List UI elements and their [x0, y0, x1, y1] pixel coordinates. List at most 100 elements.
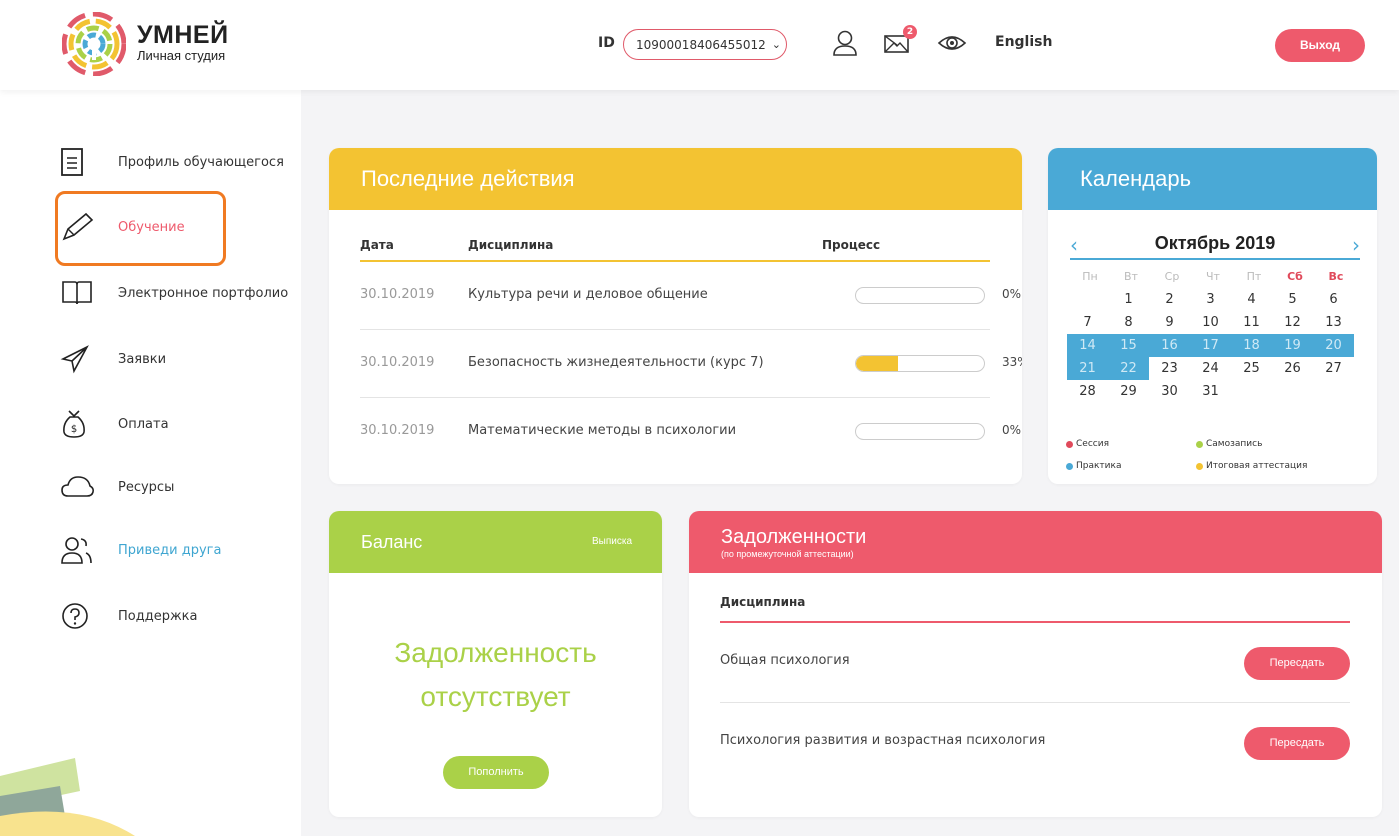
id-select[interactable]: 10900018406455012 ⌄: [623, 29, 787, 60]
calendar-day[interactable]: 17: [1190, 334, 1231, 357]
table-row[interactable]: 30.10.2019 Культура речи и деловое общен…: [360, 262, 1021, 330]
calendar-day[interactable]: 15: [1108, 334, 1149, 357]
calendar-day[interactable]: 18: [1231, 334, 1272, 357]
brand[interactable]: УМНЕЙ Личная студия: [137, 22, 229, 63]
calendar-day[interactable]: 27: [1313, 357, 1354, 380]
debts-card: Задолженности (по промежуточной аттестац…: [689, 511, 1382, 817]
balance-card: Баланс Выписка Задолженность отсутствует…: [329, 511, 662, 817]
debt-subject: Общая психология: [720, 653, 850, 668]
legend-item: Итоговая аттестация: [1196, 461, 1307, 471]
calendar-day[interactable]: 14: [1067, 334, 1108, 357]
mail-badge: 2: [903, 25, 917, 39]
sidebar-item-label: Поддержка: [118, 608, 198, 624]
sidebar-item-portfolio[interactable]: Электронное портфолио: [60, 273, 290, 313]
calendar-day[interactable]: 7: [1067, 311, 1108, 334]
calendar-day[interactable]: 19: [1272, 334, 1313, 357]
calendar-day[interactable]: 31: [1190, 380, 1231, 403]
calendar-day[interactable]: 16: [1149, 334, 1190, 357]
row-subject[interactable]: Культура речи и деловое общение: [468, 287, 708, 302]
sidebar-item-support[interactable]: Поддержка: [60, 596, 290, 636]
calendar-day[interactable]: 3: [1190, 288, 1231, 311]
weekday-label: Вт: [1124, 270, 1138, 283]
row-date: 30.10.2019: [360, 355, 435, 370]
sidebar-item-invite-friend[interactable]: Приведи друга: [60, 530, 290, 570]
user-icon[interactable]: [830, 28, 860, 58]
calendar-day[interactable]: 2: [1149, 288, 1190, 311]
calendar-day[interactable]: 23: [1149, 357, 1190, 380]
calendar-day[interactable]: 11: [1231, 311, 1272, 334]
calendar-day[interactable]: 26: [1272, 357, 1313, 380]
brand-name: УМНЕЙ: [137, 21, 229, 49]
row-percent: 0%: [1002, 423, 1022, 437]
calendar-day[interactable]: 4: [1231, 288, 1272, 311]
calendar-day[interactable]: 29: [1108, 380, 1149, 403]
row-subject[interactable]: Безопасность жизнедеятельности (курс 7): [468, 355, 764, 370]
calendar-day[interactable]: 12: [1272, 311, 1313, 334]
progress-bar: [855, 423, 985, 440]
calendar-day[interactable]: 28: [1067, 380, 1108, 403]
debts-table-header: Дисциплина: [720, 595, 1350, 623]
calendar-day[interactable]: 10: [1190, 311, 1231, 334]
debts-title: Задолженности: [721, 525, 867, 548]
sidebar-item-label: Ресурсы: [118, 479, 175, 495]
paper-plane-icon: [60, 345, 89, 374]
progress-bar: [855, 355, 985, 372]
topup-button[interactable]: Пополнить: [443, 756, 549, 789]
table-row: Психология развития и возрастная психоло…: [720, 703, 1350, 783]
legend-item: Практика: [1066, 461, 1121, 471]
balance-status: Задолженность отсутствует: [329, 631, 662, 719]
weekday-label: Вс: [1328, 270, 1344, 283]
calendar-day[interactable]: 6: [1313, 288, 1354, 311]
calendar-day[interactable]: 24: [1190, 357, 1231, 380]
users-icon: [61, 537, 92, 564]
legend-dot: [1066, 440, 1073, 448]
logout-button[interactable]: Выход: [1275, 29, 1365, 62]
calendar-day[interactable]: 25: [1231, 357, 1272, 380]
recent-actions-title: Последние действия: [329, 148, 1022, 210]
table-row[interactable]: 30.10.2019 Математические методы в психо…: [360, 398, 1021, 466]
active-item-highlight: [55, 191, 226, 266]
logo-icon[interactable]: [62, 12, 126, 76]
balance-title: Баланс Выписка: [329, 511, 662, 573]
balance-title-text: Баланс: [361, 531, 423, 552]
table-row[interactable]: 30.10.2019 Безопасность жизнедеятельност…: [360, 330, 1022, 398]
chevron-right-icon[interactable]: ›: [1352, 233, 1360, 257]
row-subject[interactable]: Математические методы в психологии: [468, 423, 736, 438]
brand-subtitle: Личная студия: [137, 48, 226, 63]
header: УМНЕЙ Личная студия ID 10900018406455012…: [0, 0, 1399, 90]
weekday-label: Ср: [1164, 270, 1180, 283]
sidebar-item-profile[interactable]: Профиль обучающегося: [60, 142, 290, 182]
id-value: 10900018406455012: [636, 37, 766, 52]
sidebar-item-payment[interactable]: $ Оплата: [60, 404, 290, 444]
calendar-nav: ‹ Октябрь 2019 ›: [1070, 232, 1360, 260]
legend-dot: [1066, 462, 1073, 470]
legend-label: Практика: [1076, 461, 1122, 471]
calendar-day[interactable]: 9: [1149, 311, 1190, 334]
retake-button[interactable]: Пересдать: [1244, 647, 1350, 680]
calendar-day[interactable]: 21: [1067, 357, 1108, 380]
col-date: Дата: [360, 238, 394, 252]
calendar-day[interactable]: 30: [1149, 380, 1190, 403]
calendar-day[interactable]: 20: [1313, 334, 1354, 357]
sidebar-item-requests[interactable]: Заявки: [60, 339, 290, 379]
row-date: 30.10.2019: [360, 287, 435, 302]
row-percent: 33%: [1002, 355, 1022, 369]
eye-icon[interactable]: [937, 28, 967, 58]
retake-button[interactable]: Пересдать: [1244, 727, 1350, 760]
language-switch[interactable]: English: [995, 34, 1052, 50]
calendar-day[interactable]: 1: [1108, 288, 1149, 311]
debts-subtitle: (по промежуточной аттестации): [721, 548, 854, 559]
sidebar-item-resources[interactable]: Ресурсы: [60, 467, 290, 507]
calendar-day[interactable]: 13: [1313, 311, 1354, 334]
statement-link[interactable]: Выписка: [592, 536, 632, 547]
calendar-day[interactable]: 22: [1108, 357, 1149, 380]
weekday-label: Сб: [1287, 270, 1303, 283]
sidebar-item-label: Оплата: [118, 416, 169, 432]
sidebar-item-label: Профиль обучающегося: [118, 154, 284, 170]
legend-label: Самозапись: [1206, 439, 1263, 449]
calendar-day[interactable]: 8: [1108, 311, 1149, 334]
row-percent: 0%: [1002, 287, 1022, 301]
debt-subject: Психология развития и возрастная психоло…: [720, 733, 1046, 748]
legend-dot: [1196, 462, 1203, 470]
calendar-day[interactable]: 5: [1272, 288, 1313, 311]
